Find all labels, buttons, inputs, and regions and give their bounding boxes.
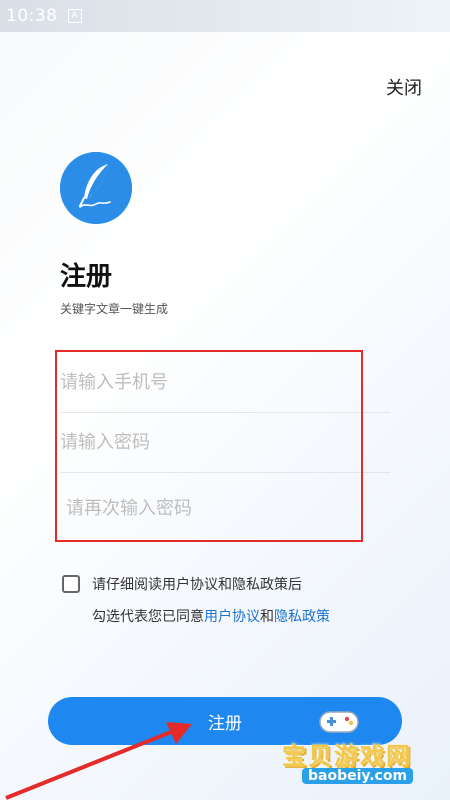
phone-field[interactable] (60, 352, 390, 413)
feather-pen-icon (60, 152, 132, 224)
agreement-instruction: 请仔细阅读用户协议和隐私政策后 (92, 577, 302, 593)
password-input[interactable] (60, 412, 390, 472)
user-agreement-link[interactable]: 用户协议 (204, 609, 260, 625)
status-time: 10:38 (6, 6, 58, 26)
agreement-consent: 勾选代表您已同意用户协议和隐私政策 (92, 606, 330, 626)
privacy-policy-link[interactable]: 隐私政策 (274, 609, 330, 625)
close-button[interactable]: 关闭 (386, 74, 422, 100)
page-subtitle: 关键字文章一键生成 (60, 302, 169, 316)
register-button[interactable]: 注册 (48, 697, 402, 745)
watermark-url: baobeiy.com (302, 768, 414, 784)
phone-input[interactable] (60, 352, 390, 412)
password-field[interactable] (60, 412, 390, 473)
app-logo (60, 152, 132, 224)
agreement-row: 请仔细阅读用户协议和隐私政策后 (62, 574, 302, 594)
notification-icon: A (67, 9, 82, 23)
agreement-checkbox[interactable] (62, 575, 80, 593)
agreement-conjunction: 和 (260, 609, 274, 625)
page-title: 注册 (60, 262, 113, 292)
agreement-consent-prefix: 勾选代表您已同意 (92, 609, 204, 625)
confirm-password-field[interactable] (60, 478, 396, 538)
status-bar: 10:38 A (0, 0, 450, 32)
confirm-password-input[interactable] (60, 478, 396, 538)
